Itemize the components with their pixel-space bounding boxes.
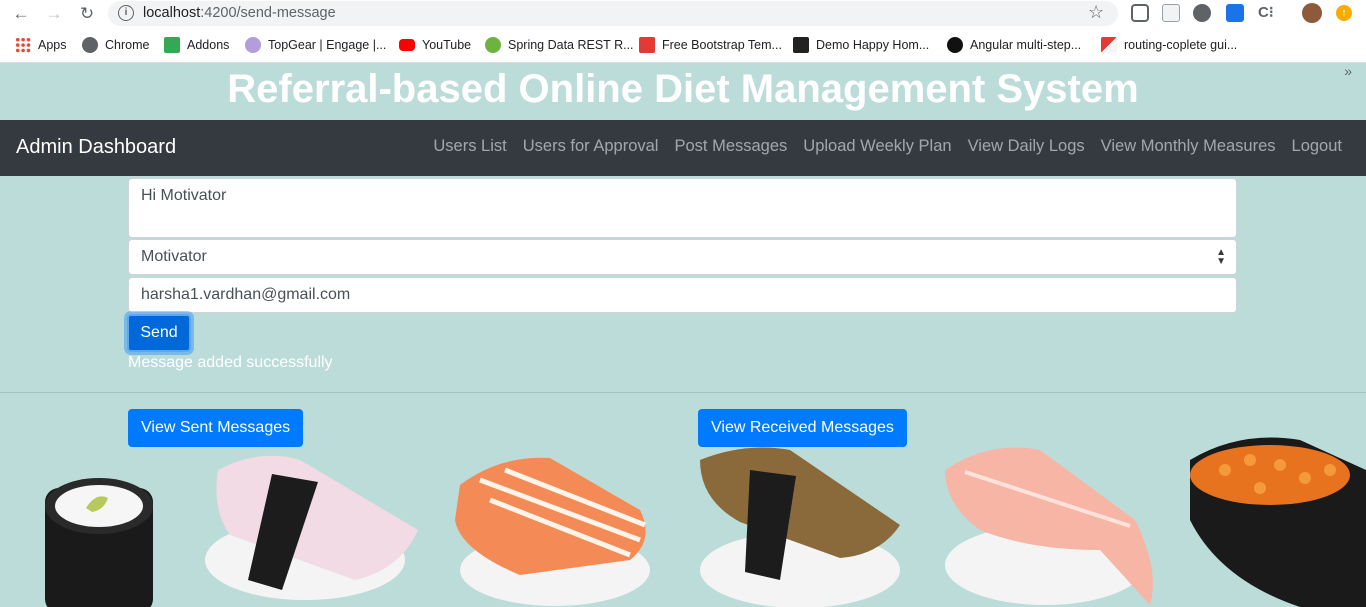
bookmarks-bar: Apps Chrome Addons TopGear | Engage |...… [0,27,1366,79]
bookmark-app-icon [1101,37,1117,53]
shrimp-nigiri-image [945,447,1153,605]
bookmark-label: Spring Data REST R... [508,38,634,52]
bookmark-free-bootstrap[interactable]: Free Bootstrap Tem... [639,36,782,54]
nav-users-list[interactable]: Users List [433,137,506,156]
forward-icon[interactable]: → [43,3,65,25]
info-icon[interactable]: i [118,5,134,21]
extension-c-icon[interactable]: C⁝ [1258,4,1278,22]
recipient-role-value: Motivator [141,248,207,265]
nav-links: Users List Users for Approval Post Messa… [433,137,1342,156]
update-icon[interactable]: ↑ [1336,5,1352,21]
reload-icon[interactable]: ↻ [76,3,98,25]
sushi-illustration [45,437,1366,607]
bootstrap-s-icon [639,37,655,53]
bookmark-label: Addons [187,38,230,52]
extension-blue-icon[interactable] [1226,4,1244,22]
success-message: Message added successfully [128,354,333,371]
back-icon[interactable]: ← [10,3,32,25]
url-text: localhost:4200/send-message [143,5,336,21]
bookmark-demo-happy[interactable]: Demo Happy Hom... [793,36,929,54]
browser-toolbar: ← → ↻ i localhost:4200/send-message ☆ C⁝… [0,0,1366,27]
address-bar[interactable]: i localhost:4200/send-message ☆ [108,1,1118,26]
puzzle-icon [164,37,180,53]
top-navbar: Admin Dashboard Users List Users for App… [0,120,1366,176]
url-path: :4200/send-message [200,5,336,21]
url-host: localhost [143,5,201,21]
topgear-icon [245,37,261,53]
w3-icon [793,37,809,53]
send-button[interactable]: Send [127,314,191,352]
extension-page-icon[interactable] [1162,4,1180,22]
bookmark-label: Free Bootstrap Tem... [662,38,782,52]
nav-view-monthly-measures[interactable]: View Monthly Measures [1101,137,1276,156]
nav-view-daily-logs[interactable]: View Daily Logs [968,137,1085,156]
github-icon [947,37,963,53]
bookmark-addons[interactable]: Addons [164,36,229,54]
salmon-nigiri-image [455,457,650,606]
message-textarea[interactable]: Hi Motivator [128,178,1237,238]
apps-grid-icon [15,37,31,53]
roe-gunkan-image [1190,437,1366,607]
youtube-icon [399,39,415,51]
navbar-brand[interactable]: Admin Dashboard [16,136,176,159]
bookmark-label: routing-coplete gui... [1124,38,1238,52]
bookmark-topgear[interactable]: TopGear | Engage |... [245,36,386,54]
bookmark-label: TopGear | Engage |... [268,38,387,52]
nav-users-for-approval[interactable]: Users for Approval [523,137,659,156]
bookmark-youtube[interactable]: YouTube [399,36,471,54]
bookmark-apps[interactable]: Apps [15,36,67,54]
bookmark-routing[interactable]: routing-coplete gui... [1101,36,1237,54]
bookmark-label: Demo Happy Hom... [816,38,930,52]
nav-logout[interactable]: Logout [1292,137,1342,156]
bookmark-star-icon[interactable]: ☆ [1088,2,1104,23]
divider [0,392,1366,393]
eel-nigiri-image [700,447,900,607]
squid-nigiri-image [205,455,418,600]
select-arrows-icon: ▲ ▼ [1216,247,1226,267]
email-field[interactable]: harsha1.vardhan@gmail.com [128,277,1237,313]
bookmark-label: YouTube [422,38,472,52]
globe-icon [82,37,98,53]
bookmark-label: Chrome [105,38,150,52]
view-sent-messages-button[interactable]: View Sent Messages [128,409,304,447]
view-received-messages-button[interactable]: View Received Messages [698,409,907,447]
recipient-role-select[interactable]: Motivator ▲ ▼ [128,239,1237,275]
avatar[interactable] [1302,3,1322,23]
nav-post-messages[interactable]: Post Messages [674,137,787,156]
extension-circle-icon[interactable] [1193,4,1211,22]
extension-cube-icon[interactable] [1131,4,1149,22]
bookmark-angular[interactable]: Angular multi-step... [947,36,1081,54]
bookmark-chrome[interactable]: Chrome [82,36,149,54]
maki-roll-image [45,478,153,607]
bookmark-spring[interactable]: Spring Data REST R... [485,36,634,54]
nav-upload-weekly-plan[interactable]: Upload Weekly Plan [803,137,951,156]
spring-icon [485,37,501,53]
bookmark-label: Angular multi-step... [970,38,1082,52]
bookmark-label: Apps [38,38,67,52]
page-title: Referral-based Online Diet Management Sy… [227,67,1139,111]
